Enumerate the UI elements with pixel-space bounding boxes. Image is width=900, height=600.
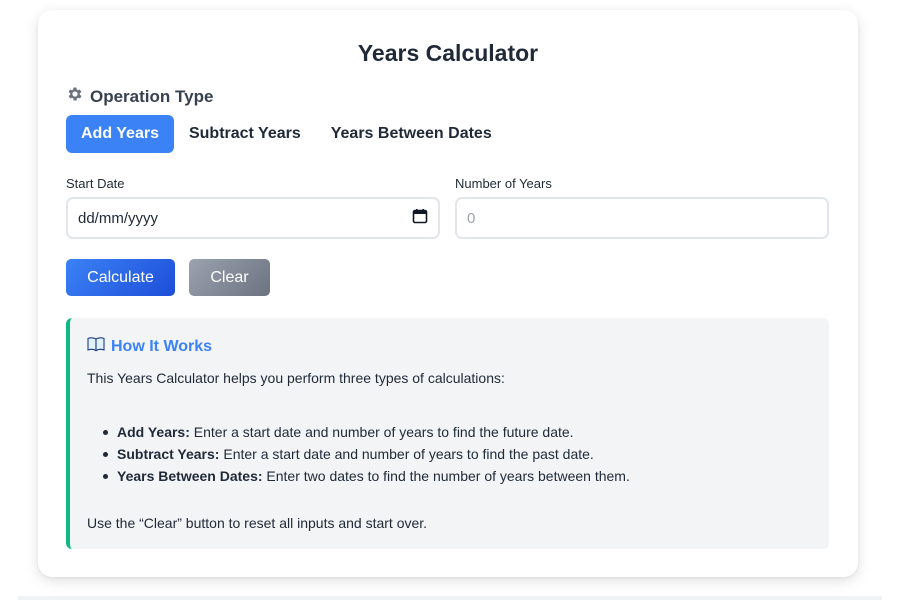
how-it-works-heading: How It Works (87, 336, 212, 357)
list-item-term: Subtract Years: (117, 446, 220, 462)
how-it-works-outro: Use the “Clear” button to reset all inpu… (87, 515, 428, 531)
book-icon (87, 336, 105, 357)
how-it-works-list: Add Years: Enter a start date and number… (87, 421, 630, 487)
gear-icon (66, 85, 84, 108)
calculator-card: Years Calculator Operation Type Add Year… (38, 10, 858, 577)
how-it-works-intro: This Years Calculator helps you perform … (87, 370, 505, 386)
start-date-placeholder: dd/mm/yyyy (78, 209, 159, 227)
number-of-years-placeholder: 0 (467, 209, 476, 227)
operation-type-heading: Operation Type (66, 85, 213, 108)
list-item: Years Between Dates: Enter two dates to … (87, 465, 630, 487)
how-it-works-title: How It Works (111, 337, 213, 355)
list-item-term: Add Years: (117, 424, 190, 440)
clear-button[interactable]: Clear (189, 259, 270, 296)
tab-subtract-years[interactable]: Subtract Years (174, 115, 316, 153)
start-date-field: Start Date dd/mm/yyyy (66, 176, 440, 239)
list-item: Subtract Years: Enter a start date and n… (87, 443, 630, 465)
list-item: Add Years: Enter a start date and number… (87, 421, 630, 443)
start-date-input[interactable]: dd/mm/yyyy (66, 197, 440, 239)
list-item-desc: Enter a start date and number of years t… (189, 424, 574, 440)
start-date-label: Start Date (66, 176, 125, 191)
page-bottom-divider (18, 596, 882, 600)
tab-add-years[interactable]: Add Years (66, 115, 174, 153)
list-item-desc: Enter a start date and number of years t… (219, 446, 594, 462)
page-title: Years Calculator (357, 40, 539, 66)
number-of-years-field: Number of Years 0 (455, 176, 829, 239)
number-of-years-label: Number of Years (455, 176, 552, 191)
calculate-button[interactable]: Calculate (66, 259, 175, 296)
operation-tabs: Add Years Subtract Years Years Between D… (66, 115, 507, 153)
how-it-works-panel: How It Works This Years Calculator helps… (66, 318, 829, 549)
list-item-desc: Enter two dates to find the number of ye… (262, 468, 630, 484)
tab-years-between-dates[interactable]: Years Between Dates (316, 115, 507, 153)
operation-type-label: Operation Type (90, 86, 214, 106)
calendar-icon[interactable] (412, 208, 428, 228)
list-item-term: Years Between Dates: (117, 468, 263, 484)
number-of-years-input[interactable]: 0 (455, 197, 829, 239)
